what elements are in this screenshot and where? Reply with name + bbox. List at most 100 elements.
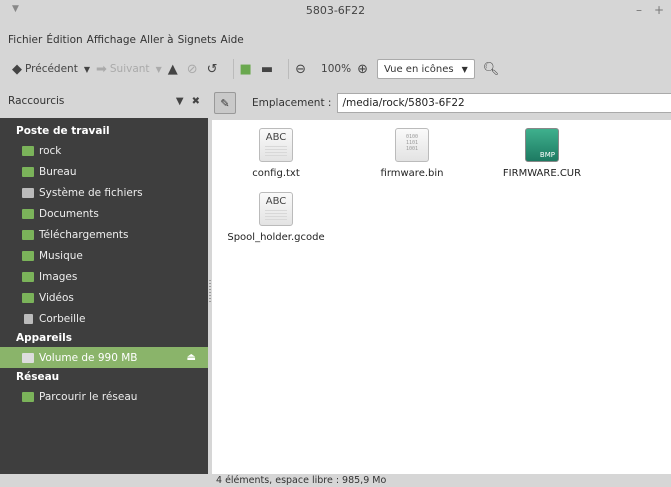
icon-caption: BMP [539,151,555,159]
file-name: FIRMWARE.CUR [502,168,582,179]
view-mode-label: Vue en icônes [383,63,454,75]
trash-icon [24,313,33,324]
sidebar-item-label: Musique [39,249,83,262]
file-item-firmware-bin[interactable]: 0100 1101 1001 firmware.bin [352,128,472,179]
computer-icon: ▬ [260,61,274,77]
sidebar-item-label: Parcourir le réseau [39,390,138,403]
search-button[interactable]: 🔍︎ [483,62,503,77]
zoom-out-icon: ⊖ [295,61,307,77]
sidebar-item-downloads[interactable]: Téléchargements [0,224,208,245]
zoom-in-icon: ⊕ [357,61,368,77]
file-view: ABC config.txt 0100 1101 1001 firmware.b… [212,120,671,474]
sidebar-item-network[interactable]: Parcourir le réseau [0,386,208,407]
eject-icon[interactable]: ⏏ [187,352,196,363]
menu-affichage[interactable]: Affichage [87,34,136,46]
network-icon [22,391,34,402]
chevron-down-icon: ▼ [461,64,468,74]
sidebar-item-label: Corbeille [39,312,86,325]
file-name: config.txt [252,168,300,179]
sidebar-item-label: Documents [39,207,99,220]
sidebar-item-music[interactable]: Musique [0,245,208,266]
menu-signets[interactable]: Signets [178,34,217,46]
sidebar-mode-label[interactable]: Raccourcis [8,95,176,107]
sidebar-header: Raccourcis ▼ ✖ [0,88,208,114]
chevron-down-icon[interactable]: ▼ [156,65,162,74]
sidebar-item-bureau[interactable]: Bureau [0,161,208,182]
location-input[interactable]: /media/rock/5803-6F22 [337,93,671,113]
back-label: Précédent [25,63,78,75]
reload-button[interactable]: ↺ [207,62,221,77]
file-item-config-txt[interactable]: ABC config.txt [216,128,336,179]
sidebar-item-label: Vidéos [39,291,74,304]
window-title: 5803-6F22 [305,4,366,17]
section-title: Appareils [16,332,72,344]
toolbar-separator [232,59,234,79]
back-button[interactable]: ◆ Précédent ▼ [12,62,90,77]
icon-caption: ABC [265,196,287,207]
menu-fichier[interactable]: Fichier [8,34,42,46]
back-arrow-icon: ◆ [12,61,22,77]
location-bar: ✎ Emplacement : /media/rock/5803-6F22 [208,88,671,118]
file-name: Spool_holder.gcode [227,232,325,243]
forward-label: Suivant [109,63,150,75]
menu-bar: Fichier Édition Affichage Aller à Signet… [0,28,671,52]
sidebar-item-label: Images [39,270,78,283]
folder-icon [22,292,34,303]
location-label: Emplacement : [252,97,332,109]
close-icon[interactable]: ✖ [192,96,200,107]
menu-edition[interactable]: Édition [46,34,82,46]
zoom-in-button[interactable]: ⊕ [357,62,371,77]
sidebar-item-images[interactable]: Images [0,266,208,287]
computer-button[interactable]: ▬ [261,62,276,77]
icon-caption: 0100 1101 1001 [405,134,419,152]
chevron-down-icon[interactable]: ▼ [84,65,90,74]
zoom-out-button[interactable]: ⊖ [295,62,309,77]
sidebar-item-label: Bureau [39,165,77,178]
reload-icon: ↺ [206,61,218,77]
menu-aller-a[interactable]: Aller à [140,34,174,46]
chevron-down-icon[interactable]: ▼ [176,96,184,107]
maximize-button[interactable]: + [654,3,664,17]
binary-file-icon: 0100 1101 1001 [395,128,429,162]
view-mode-select[interactable]: Vue en icônes ▼ [376,59,475,79]
sidebar-item-volume[interactable]: Volume de 990 MB ⏏ [0,347,208,368]
folder-icon [22,271,34,282]
home-button[interactable]: ■ [240,62,255,77]
sidebar-item-trash[interactable]: Corbeille [0,308,208,329]
sidebar-item-label: Volume de 990 MB [39,351,138,364]
file-item-firmware-cur[interactable]: BMP FIRMWARE.CUR [482,128,602,179]
minimize-button[interactable]: – [636,3,642,17]
menu-aide[interactable]: Aide [221,34,244,46]
file-name: firmware.bin [380,168,444,179]
status-bar: 4 éléments, espace libre : 985,9 Mo [212,474,671,487]
drive-icon [22,187,34,198]
text-file-icon: ABC [259,128,293,162]
pane-resize-handle[interactable] [209,280,211,304]
sidebar-item-label: Téléchargements [39,228,129,241]
sidebar-item-documents[interactable]: Documents [0,203,208,224]
section-title: Réseau [16,371,60,383]
folder-icon [22,208,34,219]
sidebar-item-filesystem[interactable]: Système de fichiers [0,182,208,203]
toolbar: ◆ Précédent ▼ ➡ Suivant ▼ ▲ ⊘ ↺ ■ ▬ ⊖ 10… [0,52,671,86]
text-file-icon: ABC [259,192,293,226]
stop-button[interactable]: ⊘ [187,62,201,77]
section-title: Poste de travail [16,125,110,137]
sidebar-item-videos[interactable]: Vidéos [0,287,208,308]
sidebar: Poste de travail rock Bureau Système de … [0,118,208,474]
title-bar: ▼ 5803-6F22 – + [0,0,671,28]
sidebar-item-rock[interactable]: rock [0,140,208,161]
desktop-icon [22,166,34,177]
folder-icon [22,229,34,240]
icon-caption: ABC [265,132,287,143]
drive-icon [22,352,34,363]
search-icon: 🔍︎ [482,61,500,77]
folder-icon [22,250,34,261]
up-button[interactable]: ▲ [168,62,181,77]
forward-button[interactable]: ➡ Suivant ▼ [96,62,162,77]
file-item-spool-holder-gcode[interactable]: ABC Spool_holder.gcode [216,192,336,243]
sidebar-item-label: rock [39,144,62,157]
home-icon [22,145,34,156]
toolbar-separator [288,59,290,79]
edit-path-button[interactable]: ✎ [214,92,236,114]
